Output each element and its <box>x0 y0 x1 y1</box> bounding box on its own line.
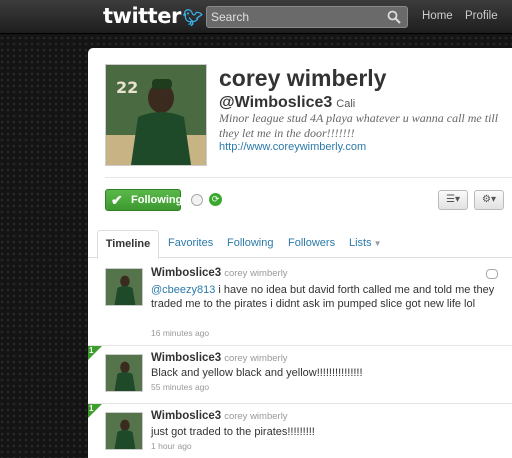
tab-lists[interactable]: Lists ▼ <box>349 237 382 249</box>
search-box <box>206 6 408 28</box>
screen-name: @Wimboslice3 Cali <box>219 94 356 111</box>
location: Cali <box>336 98 356 110</box>
gear-menu-button[interactable]: ⚙▾ <box>474 190 504 210</box>
svg-text:22: 22 <box>116 78 138 97</box>
retweet-count: 1 <box>89 346 94 355</box>
list-menu-button[interactable]: ☰▾ <box>438 190 468 210</box>
tab-timeline[interactable]: Timeline <box>97 230 159 259</box>
tweet-avatar[interactable] <box>105 268 143 306</box>
profile-url-link[interactable]: http://www.coreywimberly.com <box>219 141 366 153</box>
top-bar: twitter🐦︎ Home Profile <box>0 0 512 34</box>
tweet-item[interactable]: Wimboslice3 corey wimberly @cbeezy813 i h… <box>88 259 512 346</box>
profile-avatar: 22 <box>105 64 207 166</box>
tweet-username[interactable]: Wimboslice3 corey wimberly <box>151 352 288 364</box>
nav-home-link[interactable]: Home <box>422 10 453 22</box>
tweet-username[interactable]: Wimboslice3 corey wimberly <box>151 267 288 279</box>
tweet-item[interactable]: 1 Wimboslice3 corey wimberly just got tra… <box>88 404 512 458</box>
retweet-count: 1 <box>89 404 94 413</box>
tweet-timestamp[interactable]: 55 minutes ago <box>151 382 209 392</box>
mention-link[interactable]: @cbeezy813 <box>151 284 215 296</box>
tweet-avatar[interactable] <box>105 354 143 392</box>
profile-name: corey wimberly <box>219 65 387 91</box>
tweet-timestamp[interactable]: 1 hour ago <box>151 441 192 451</box>
bird-icon: 🐦︎ <box>182 8 203 27</box>
reply-icon[interactable] <box>486 269 498 279</box>
chevron-down-icon: ▼ <box>373 239 382 248</box>
search-input[interactable] <box>211 9 381 25</box>
nav-profile-link[interactable]: Profile <box>465 10 498 22</box>
tweet-timestamp[interactable]: 16 minutes ago <box>151 328 209 338</box>
tab-following[interactable]: Following <box>227 237 273 249</box>
tweet-text: Black and yellow black and yellow!!!!!!!… <box>151 367 363 379</box>
tab-followers[interactable]: Followers <box>288 237 335 249</box>
tweet-username[interactable]: Wimboslice3 corey wimberly <box>151 410 288 422</box>
profile-tabs: Timeline Favorites Following Followers L… <box>88 230 512 259</box>
twitter-logo[interactable]: twitter 🐦︎ <box>103 4 203 28</box>
divider <box>105 177 512 178</box>
device-icon[interactable] <box>191 194 203 206</box>
tweet-text: @cbeezy813 i have no idea but david fort… <box>151 284 495 310</box>
check-icon: ✔ <box>111 192 123 208</box>
bio: Minor league stud 4A playa whatever u wa… <box>219 111 499 140</box>
profile-panel: 22 corey wimberly @Wimboslice3 Cali Minor… <box>88 48 512 458</box>
tweet-item[interactable]: 1 Wimboslice3 corey wimberly Black and ye… <box>88 346 512 404</box>
search-icon[interactable] <box>387 10 401 24</box>
tweet-avatar[interactable] <box>105 412 143 450</box>
tweet-text: just got traded to the pirates!!!!!!!!! <box>151 426 315 438</box>
retweet-toggle-icon[interactable]: ⟳ <box>209 193 222 206</box>
tab-favorites[interactable]: Favorites <box>168 237 213 249</box>
following-button[interactable]: ✔ Following <box>105 189 182 211</box>
